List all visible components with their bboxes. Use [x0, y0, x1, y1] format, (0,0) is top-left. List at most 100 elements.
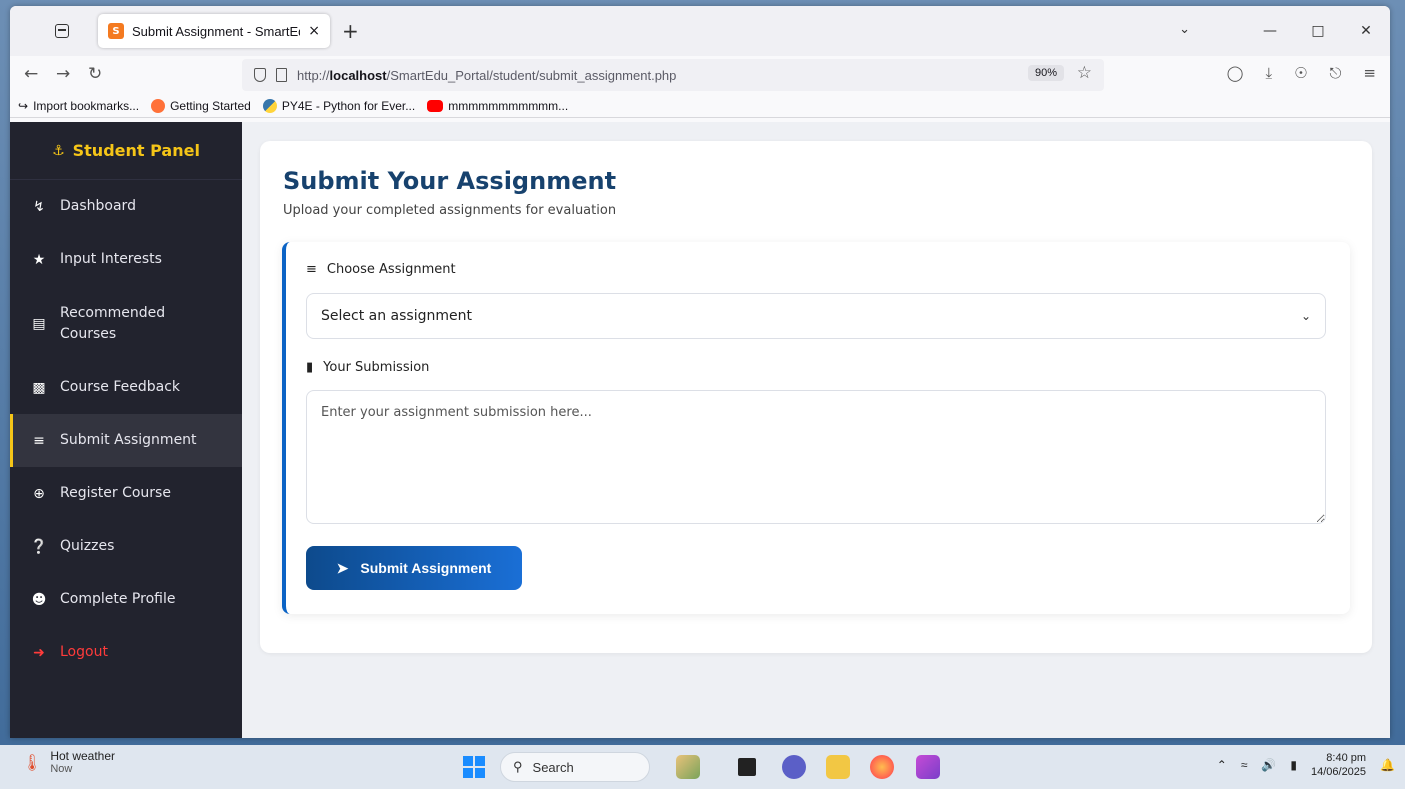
- star-icon: ★: [32, 251, 46, 268]
- sidebar-item-register-course[interactable]: ⊕ Register Course: [10, 467, 242, 520]
- comment-icon: ▩: [32, 379, 46, 396]
- bookmark-import[interactable]: ↪ Import bookmarks...: [18, 99, 139, 113]
- submission-text: Your Submission: [323, 360, 430, 375]
- task-view-icon[interactable]: [738, 758, 756, 776]
- graduation-icon: ⚓: [52, 142, 65, 159]
- bookmarks-bar: ↪ Import bookmarks... Getting Started PY4…: [10, 94, 1390, 118]
- sidebar: ⚓ Student Panel ↯ Dashboard ★ Input Inte…: [10, 122, 242, 738]
- wifi-icon[interactable]: ≈: [1241, 758, 1248, 772]
- url-bar[interactable]: http://localhost/SmartEdu_Portal/student…: [242, 59, 1104, 91]
- toolbar-icons: ◯ ⤓ ☉ ⎋ ≡: [1227, 64, 1376, 82]
- submit-assignment-button[interactable]: ➤ Submit Assignment: [306, 546, 522, 590]
- thermometer-icon: 🌡: [22, 754, 43, 772]
- maximize-button[interactable]: □: [1294, 23, 1342, 39]
- extensions-icon[interactable]: ⎋: [1330, 64, 1342, 82]
- youtube-icon: [427, 99, 444, 112]
- chevron-down-icon[interactable]: ⌄: [1179, 22, 1190, 37]
- start-button[interactable]: [463, 756, 485, 778]
- bookmark-youtube[interactable]: mmmmmmmmmmm...: [427, 99, 568, 113]
- sidebar-item-recommended-courses[interactable]: ▤ Recommended Courses: [10, 286, 242, 361]
- tab-title: Submit Assignment - SmartEdu: [132, 23, 301, 39]
- sidebar-item-label: Register Course: [60, 485, 171, 501]
- favicon-icon: S: [108, 23, 124, 39]
- search-label: Search: [532, 759, 574, 775]
- window-controls: — □ ✕: [1246, 6, 1390, 56]
- sidebar-item-label: Complete Profile: [60, 591, 176, 607]
- sidebar-item-label: Input Interests: [60, 251, 162, 267]
- list-check-icon: ≡: [33, 432, 45, 449]
- weather-widget[interactable]: 🌡 Hot weather Now: [22, 749, 115, 777]
- new-tab-button[interactable]: +: [342, 19, 359, 43]
- sidebar-item-label: Course Feedback: [60, 379, 180, 395]
- tab-strip: S Submit Assignment - SmartEdu × + ⌄ — □…: [10, 6, 1390, 56]
- menu-icon[interactable]: ≡: [1363, 64, 1376, 82]
- clock-time: 8:40 pm: [1326, 752, 1367, 764]
- notification-bell-icon[interactable]: 🔔: [1380, 758, 1395, 772]
- page-title: Submit Your Assignment: [283, 167, 617, 195]
- chevron-down-icon: ⌄: [1300, 309, 1311, 323]
- brand-title: Student Panel: [72, 141, 200, 160]
- sidebar-item-label: Recommended Courses: [60, 304, 166, 342]
- browser-window: S Submit Assignment - SmartEdu × + ⌄ — □…: [10, 6, 1390, 738]
- close-window-button[interactable]: ✕: [1342, 23, 1390, 39]
- system-tray: ⌃ ≈ 🔊 ▮ 8:40 pm 14/06/2025 🔔: [1217, 751, 1395, 780]
- bookmark-getting-started[interactable]: Getting Started: [151, 98, 251, 113]
- firefox-taskbar-icon[interactable]: [870, 755, 894, 779]
- clock[interactable]: 8:40 pm 14/06/2025: [1311, 751, 1366, 780]
- assignment-select-value: Select an assignment: [321, 308, 472, 324]
- url-text: http://localhost/SmartEdu_Portal/student…: [297, 67, 677, 83]
- user-edit-icon: ☻: [31, 591, 47, 608]
- back-button[interactable]: ←: [24, 64, 38, 84]
- sidebar-item-dashboard[interactable]: ↯ Dashboard: [10, 180, 242, 233]
- page-icon: [276, 68, 287, 82]
- reload-button[interactable]: ↻: [88, 64, 102, 84]
- assignment-form: ≡ Choose Assignment Select an assignment…: [282, 242, 1350, 614]
- pocket-icon[interactable]: ◯: [1227, 64, 1244, 82]
- chevron-up-icon[interactable]: ⌃: [1217, 758, 1227, 772]
- clock-date: 14/06/2025: [1310, 766, 1367, 779]
- sidebar-item-logout[interactable]: ➜ Logout: [10, 626, 242, 679]
- minimize-button[interactable]: —: [1246, 23, 1294, 39]
- sidebar-item-complete-profile[interactable]: ☻ Complete Profile: [10, 573, 242, 626]
- page-subtitle: Upload your completed assignments for ev…: [283, 203, 617, 218]
- sidebar-item-quizzes[interactable]: ❔ Quizzes: [10, 520, 242, 573]
- taskbar-search[interactable]: ⚲ Search: [500, 752, 650, 782]
- tab-active[interactable]: S Submit Assignment - SmartEdu ×: [98, 14, 330, 48]
- teams-icon[interactable]: [782, 755, 806, 779]
- submission-textarea[interactable]: [306, 390, 1326, 524]
- submit-button-label: Submit Assignment: [360, 560, 492, 576]
- sidebar-item-submit-assignment[interactable]: ≡ Submit Assignment: [10, 414, 242, 467]
- firefox-icon: [151, 98, 166, 113]
- submission-label: ▮ Your Submission: [306, 360, 429, 375]
- weather-title: Hot weather: [50, 749, 116, 763]
- import-icon: ↪: [18, 98, 29, 113]
- sidebar-item-course-feedback[interactable]: ▩ Course Feedback: [10, 361, 242, 414]
- sidebar-item-input-interests[interactable]: ★ Input Interests: [10, 233, 242, 286]
- search-icon: ⚲: [513, 759, 523, 774]
- clipchamp-icon[interactable]: [916, 755, 940, 779]
- book-icon: ▤: [32, 315, 46, 332]
- paper-plane-icon: ➤: [336, 559, 349, 576]
- question-circle-icon: ❔: [30, 538, 48, 555]
- forward-button[interactable]: →: [56, 64, 70, 84]
- bookmark-star-icon[interactable]: ☆: [1077, 63, 1092, 83]
- navigation-bar: ← → ↻ http://localhost/SmartEdu_Portal/s…: [10, 56, 1390, 94]
- account-icon[interactable]: ☉: [1294, 64, 1307, 82]
- bookmark-py4e[interactable]: PY4E - Python for Ever...: [262, 98, 415, 113]
- sidebar-item-label: Logout: [60, 644, 108, 660]
- shield-icon: [254, 68, 266, 82]
- sidebar-item-label: Submit Assignment: [60, 432, 197, 448]
- battery-icon[interactable]: ▮: [1290, 758, 1297, 772]
- tab-close-button[interactable]: ×: [308, 23, 320, 39]
- zoom-level[interactable]: 90%: [1027, 65, 1064, 81]
- volume-icon[interactable]: 🔊: [1261, 758, 1276, 772]
- main-card: Submit Your Assignment Upload your compl…: [260, 141, 1372, 653]
- choose-assignment-text: Choose Assignment: [326, 262, 456, 277]
- choose-assignment-label: ≡ Choose Assignment: [306, 262, 456, 277]
- download-icon[interactable]: ⤓: [1265, 64, 1272, 82]
- list-check-icon: ≡: [306, 262, 317, 277]
- assignment-select[interactable]: Select an assignment ⌄: [306, 293, 1326, 339]
- tab-list-button[interactable]: [48, 18, 76, 44]
- file-explorer-icon[interactable]: [826, 755, 850, 779]
- widgets-app-icon[interactable]: [676, 755, 700, 779]
